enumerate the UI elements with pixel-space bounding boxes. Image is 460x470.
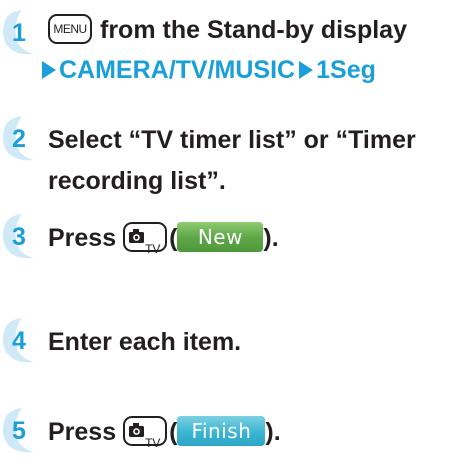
softkey-new: New	[177, 222, 264, 253]
camera-tv-key-icon: TV	[123, 416, 168, 450]
step-number: 2	[12, 125, 26, 153]
close-paren: ).	[263, 224, 279, 252]
menu-path-item-1: CAMERA/TV/MUSIC	[59, 56, 296, 84]
menu-path-item-2: 1Seg	[316, 56, 376, 84]
step-2-line2: recording list”.	[48, 167, 226, 195]
step-2-line1: Select “TV timer list” or “Timer	[48, 126, 416, 154]
step-4-text: Enter each item.	[48, 328, 242, 356]
open-paren: (	[169, 224, 178, 252]
step-1-text: MENU from the Stand-by display	[48, 10, 407, 50]
tv-label: TV	[145, 242, 161, 257]
arrow-right-icon	[42, 61, 56, 79]
step-5-text: Press TV (Finish).	[48, 412, 281, 452]
softkey-finish: Finish	[177, 416, 266, 447]
close-paren: ).	[265, 418, 281, 446]
step-number: 4	[12, 327, 26, 355]
menu-key-icon: MENU	[48, 14, 92, 45]
camera-tv-key-icon: TV	[123, 222, 168, 256]
step-1-path: CAMERA/TV/MUSIC 1Seg	[42, 50, 376, 90]
step-number: 5	[12, 417, 26, 445]
arrow-right-icon	[299, 61, 314, 79]
camera-icon	[129, 423, 145, 438]
step-number: 3	[12, 223, 26, 251]
step-number: 1	[12, 19, 26, 47]
tv-label: TV	[145, 436, 161, 451]
step-1-line1: from the Stand-by display	[100, 16, 407, 44]
press-label: Press	[48, 224, 117, 252]
camera-icon	[129, 229, 145, 244]
press-label: Press	[48, 418, 117, 446]
step-3-text: Press TV (New).	[48, 218, 279, 258]
open-paren: (	[169, 418, 178, 446]
